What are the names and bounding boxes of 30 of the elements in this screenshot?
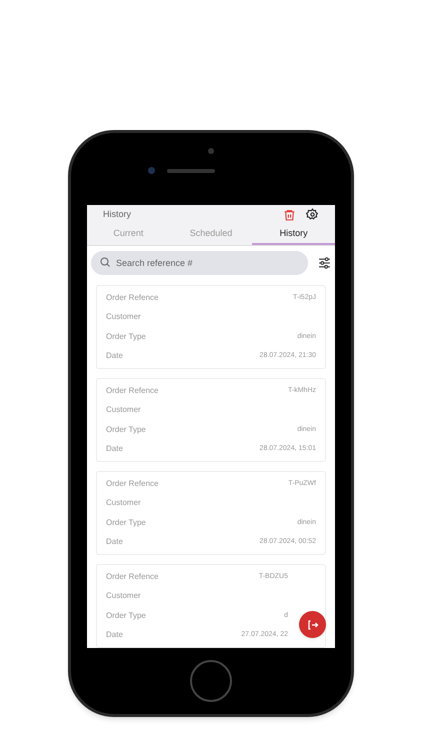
filter-icon[interactable] <box>318 256 331 268</box>
field-label: Order Refence <box>106 478 158 490</box>
field-label: Order Type <box>106 610 146 622</box>
logout-button[interactable] <box>299 611 326 638</box>
field-label: Order Refence <box>106 292 158 304</box>
field-label: Order Refence <box>106 384 158 397</box>
front-camera-icon <box>148 167 154 174</box>
field-label: Customer <box>106 497 141 510</box>
field-label: Customer <box>106 590 141 602</box>
field-label: Date <box>106 443 123 456</box>
field-label: Order Type <box>106 516 146 529</box>
field-label: Order Refence <box>106 570 158 583</box>
tab[interactable]: Scheduled <box>170 224 252 245</box>
camera-icon <box>208 148 214 154</box>
field-label: Customer <box>106 404 141 416</box>
search-field[interactable]: Search reference # <box>91 251 308 275</box>
tab[interactable]: Current <box>87 224 170 245</box>
exit-icon <box>306 618 318 630</box>
field-label: Order Type <box>106 424 146 436</box>
speaker-grille <box>166 168 214 172</box>
field-label: Date <box>106 350 123 362</box>
trash-icon[interactable] <box>283 208 296 222</box>
field-label: Order Type <box>106 330 146 343</box>
field-label: Date <box>106 629 123 642</box>
field-label: Date <box>106 536 123 548</box>
settings-icon[interactable] <box>306 208 319 222</box>
tab[interactable]: History <box>252 224 335 245</box>
field-label: Customer <box>106 311 141 324</box>
screen-title: History <box>103 208 132 222</box>
search-icon <box>99 256 111 268</box>
